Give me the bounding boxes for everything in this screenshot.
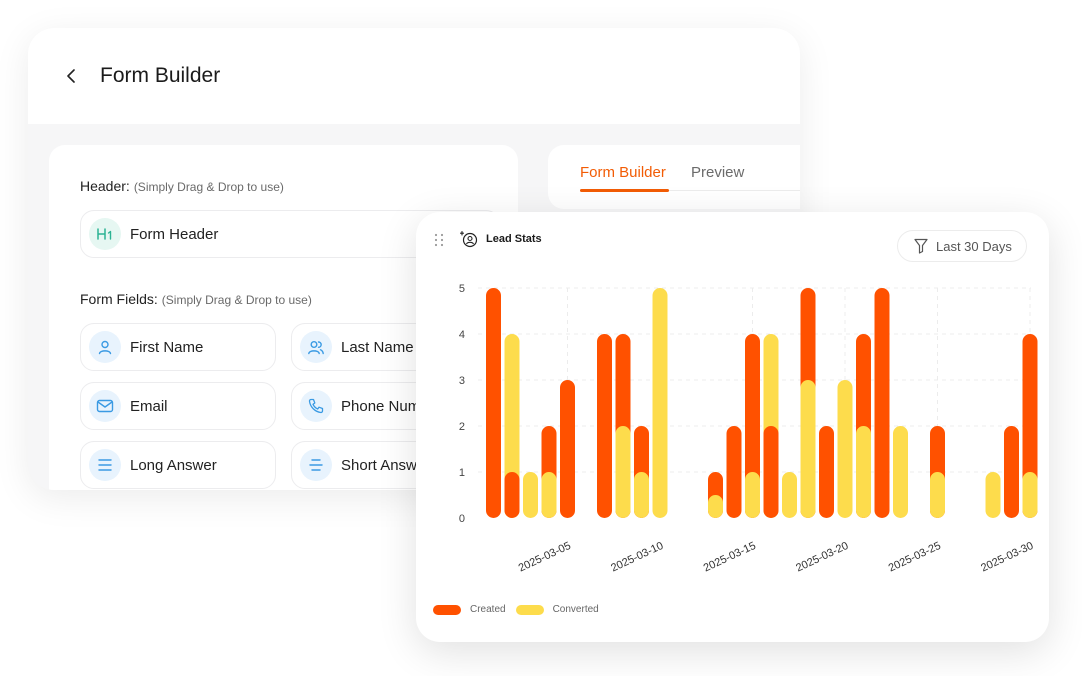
bar-converted[interactable] [652,288,668,518]
chip-label: Long Answer [130,456,217,474]
lead-stats-chart: 0 1 2 3 4 5 2025-03-05 2025-03-10 2025-03-15 2025… [459,283,1038,575]
legend-item-created[interactable]: Created [433,604,506,615]
back-button[interactable] [64,69,78,83]
bar-created[interactable] [874,288,890,518]
bar-created[interactable] [1004,426,1019,518]
x-tick-label: 2025-03-30 [979,540,1035,575]
field-chip-long-answer[interactable]: Long Answer [80,441,276,489]
user-icon [89,331,121,363]
chip-label: First Name [130,338,204,356]
heading-1-icon [89,218,121,250]
bar-converted[interactable] [837,380,853,518]
bar-converted[interactable] [1022,472,1038,518]
y-tick-label: 3 [459,375,465,387]
bar-converted[interactable] [745,472,760,518]
users-icon [300,331,332,363]
bar-converted[interactable] [615,426,631,518]
bar-converted[interactable] [523,472,538,518]
fields-section-hint: (Simply Drag & Drop to use) [161,293,312,307]
header-section-label: Header: (Simply Drag & Drop to use) [80,178,284,194]
fields-section-label: Form Fields: (Simply Drag & Drop to use) [80,291,312,307]
mail-icon [89,390,121,422]
bar-converted[interactable] [782,472,797,518]
x-tick-label: 2025-03-20 [794,540,850,575]
short-text-icon [300,449,332,481]
y-tick-label: 0 [459,513,465,525]
bar-converted[interactable] [541,472,557,518]
bar-converted[interactable] [708,495,723,518]
y-tick-label: 1 [459,467,465,479]
bar-converted[interactable] [985,472,1001,518]
bar-created[interactable] [819,426,834,518]
y-tick-label: 4 [459,329,465,341]
chart-legend: Created Converted [433,604,609,615]
legend-item-converted[interactable]: Converted [515,604,599,615]
form-builder-header: Form Builder [28,28,800,124]
y-tick-label: 2 [459,421,465,433]
field-chip-first-name[interactable]: First Name [80,323,276,371]
x-tick-label: 2025-03-25 [887,540,943,575]
bar-created[interactable] [597,334,612,518]
active-tab-indicator [580,189,669,192]
tabs-panel: Form Builder Preview [548,145,800,209]
chip-label: Email [130,397,168,415]
legend-swatch-created [433,604,461,615]
bar-converted[interactable] [893,426,908,518]
chip-label: Last Name [341,338,414,356]
chip-label: Short Answ [341,456,417,474]
phone-icon [300,390,332,422]
chevron-left-icon [67,69,75,83]
bar-converted[interactable] [856,426,871,518]
tab-preview[interactable]: Preview [691,164,744,181]
page-title: Form Builder [100,64,221,87]
header-section-hint: (Simply Drag & Drop to use) [133,180,284,194]
bar-converted[interactable] [634,472,649,518]
y-tick-label: 5 [459,283,465,295]
legend-label-created: Created [470,604,506,615]
x-tick-label: 2025-03-10 [609,540,665,575]
chip-label: Phone Num [341,397,421,415]
legend-swatch-converted [515,604,544,615]
bar-created[interactable] [763,426,779,518]
legend-label-converted: Converted [552,604,599,615]
bar-converted[interactable] [800,380,816,518]
bar-created[interactable] [560,380,575,518]
x-tick-label: 2025-03-15 [702,540,758,575]
bar-created[interactable] [504,472,520,518]
bar-created[interactable] [726,426,742,518]
bar-created[interactable] [486,288,501,518]
text-lines-icon [89,449,121,481]
x-tick-label: 2025-03-05 [517,540,573,575]
chip-label: Form Header [130,225,219,243]
lead-stats-card: Lead Stats Last 30 Days 0 1 2 3 4 5 2025-03-05… [416,212,1049,642]
field-chip-email[interactable]: Email [80,382,276,430]
tab-form-builder[interactable]: Form Builder [580,164,666,181]
bar-converted[interactable] [930,472,945,518]
